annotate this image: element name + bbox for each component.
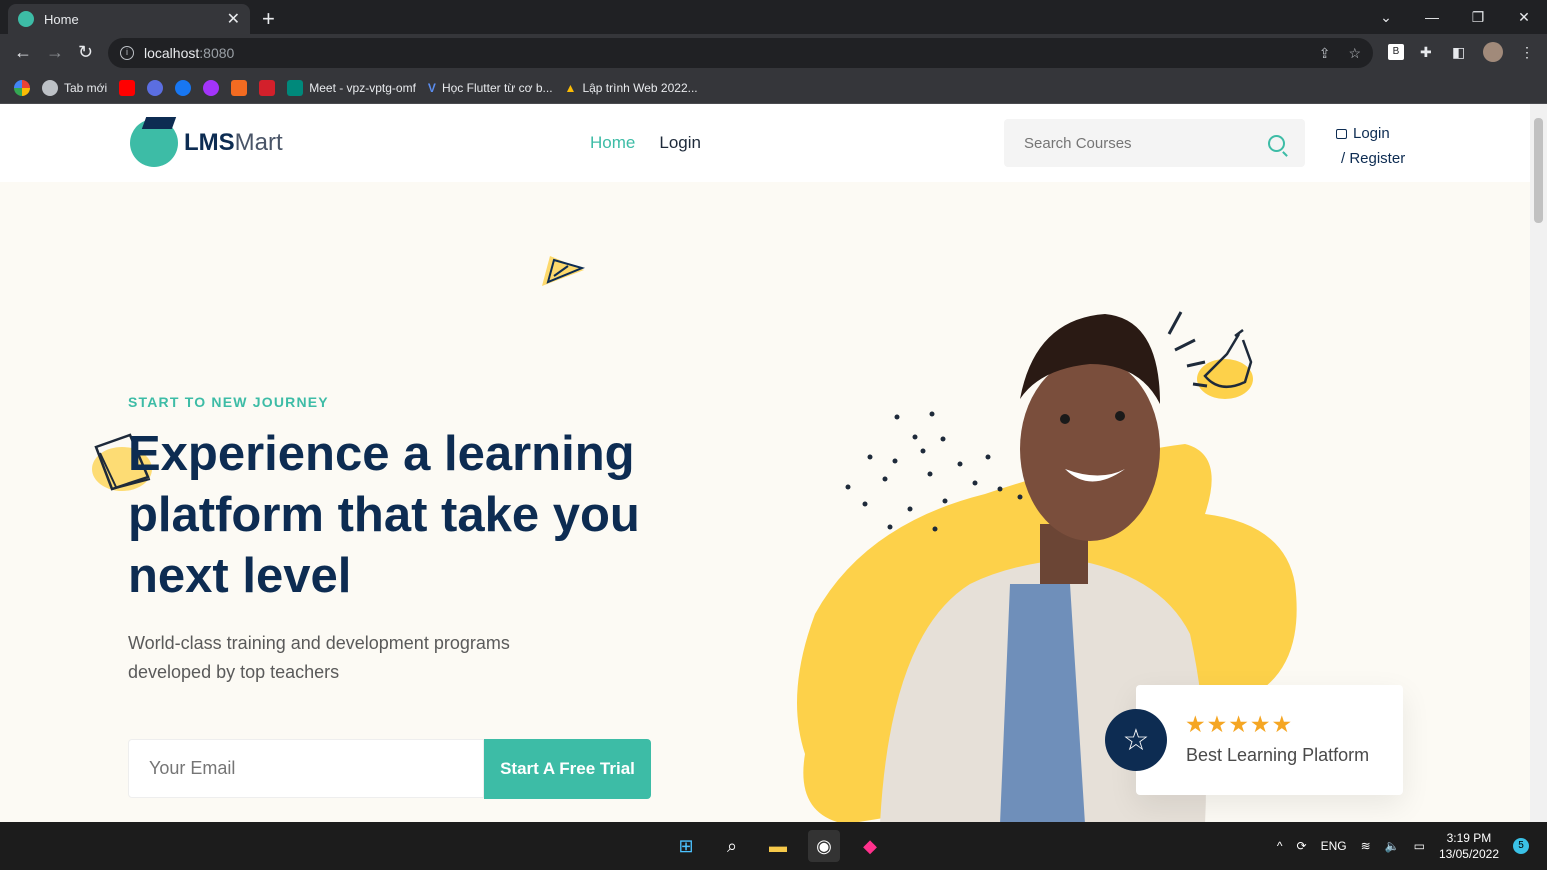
- close-window-icon[interactable]: ✕: [1501, 9, 1547, 26]
- rating-label: Best Learning Platform: [1186, 745, 1370, 765]
- wifi-icon[interactable]: ≋: [1361, 839, 1371, 853]
- bookmark-flutter[interactable]: V Học Flutter từ cơ b...: [428, 81, 553, 95]
- browser-menu-icon[interactable]: ⋮: [1520, 44, 1534, 61]
- search-input[interactable]: [1024, 134, 1268, 152]
- profile-avatar[interactable]: [1483, 42, 1503, 62]
- bookmarks-bar: Tab mới Meet - vpz-vptg-omf V Học Flutter…: [0, 72, 1547, 104]
- app-icon: [147, 79, 164, 96]
- nav-login-link[interactable]: Login: [659, 133, 701, 153]
- bookmark-messenger[interactable]: [203, 79, 220, 96]
- nav-home-link[interactable]: Home: [590, 133, 635, 153]
- meet-icon: [287, 79, 304, 96]
- hero-subtitle: START TO NEW JOURNEY: [128, 394, 329, 410]
- bookmark-new-tab[interactable]: Tab mới: [42, 79, 107, 96]
- url-host: localhost: [144, 45, 200, 61]
- f8-icon: [231, 79, 248, 96]
- search-icon[interactable]: [1268, 134, 1285, 152]
- bookmark-drive[interactable]: ▲ Lập trình Web 2022...: [565, 81, 698, 95]
- address-bar[interactable]: i localhost:8080 ⇪ ☆: [108, 38, 1373, 68]
- clock-date: 13/05/2022: [1438, 847, 1499, 861]
- new-tab-icon[interactable]: +: [262, 6, 275, 32]
- browser-tab[interactable]: Home ✕: [8, 4, 250, 34]
- browser-toolbar: ← → ↻ i localhost:8080 ⇪ ☆ B ✚ ◧ ⋮: [0, 34, 1547, 72]
- windows-taskbar: ⊞ ⌕ ▬ ◉ ◆ ^ ⟳ ENG ≋ 🔈 ▭ 3:19 PM 13/05/20…: [0, 822, 1547, 870]
- browser-tab-strip: Home ✕ + ⌄ — ❐ ✕: [0, 0, 1547, 34]
- extensions-puzzle-icon[interactable]: ✚: [1420, 44, 1432, 61]
- star-badge-icon: ☆: [1105, 709, 1167, 771]
- email-field[interactable]: [149, 758, 463, 779]
- bookmark-google[interactable]: [14, 79, 30, 96]
- bookmark-star-icon[interactable]: ☆: [1348, 45, 1361, 62]
- share-icon[interactable]: ⇪: [1319, 45, 1331, 62]
- start-free-trial-button[interactable]: Start A Free Trial: [484, 739, 651, 799]
- extension-b-icon[interactable]: B: [1388, 44, 1404, 60]
- flask-doodle-icon: [1167, 311, 1253, 399]
- tab-search-icon[interactable]: ⌄: [1363, 9, 1409, 26]
- lock-icon: [1336, 129, 1347, 139]
- battery-icon[interactable]: ▭: [1414, 839, 1425, 853]
- v-icon: V: [427, 80, 436, 95]
- site-header: LMSMart Home Login Login / Register: [0, 104, 1530, 182]
- bookmark-meet[interactable]: Meet - vpz-vptg-omf: [287, 79, 416, 96]
- site-logo[interactable]: LMSMart: [130, 117, 283, 167]
- reload-icon[interactable]: ↻: [78, 42, 93, 63]
- page-scrollbar[interactable]: [1530, 104, 1547, 822]
- youtube-icon: [119, 79, 136, 96]
- facebook-icon: [175, 79, 192, 96]
- login-link[interactable]: Login: [1353, 125, 1390, 142]
- pencil-doodle-icon: [542, 256, 586, 286]
- back-icon[interactable]: ←: [14, 42, 32, 63]
- clock-time: 3:19 PM: [1446, 831, 1492, 845]
- clock[interactable]: 3:19 PM 13/05/2022: [1439, 830, 1499, 862]
- bookmark-xp[interactable]: [259, 79, 276, 96]
- forward-icon[interactable]: →: [46, 42, 64, 63]
- minimize-icon[interactable]: —: [1409, 9, 1455, 25]
- drive-icon: ▲: [564, 80, 577, 95]
- window-controls: ⌄ — ❐ ✕: [1363, 0, 1547, 34]
- sync-icon[interactable]: ⟳: [1297, 839, 1307, 853]
- bookmark-facebook[interactable]: [175, 79, 192, 96]
- chrome-icon[interactable]: ◉: [808, 830, 840, 862]
- windows-start-icon[interactable]: ⊞: [670, 830, 702, 862]
- logo-text-bold: LMS: [184, 129, 235, 156]
- notification-badge[interactable]: 5: [1513, 838, 1529, 854]
- web-page: LMSMart Home Login Login / Register STAR…: [0, 104, 1530, 822]
- show-hidden-icons-icon[interactable]: ^: [1277, 839, 1283, 853]
- auth-links: Login / Register: [1336, 121, 1405, 171]
- language-indicator[interactable]: ENG: [1321, 839, 1347, 853]
- intellij-icon[interactable]: ◆: [854, 830, 886, 862]
- five-star-rating: ★★★★★: [1185, 711, 1294, 737]
- volume-icon[interactable]: 🔈: [1385, 839, 1400, 853]
- bookmark-circle[interactable]: [147, 79, 164, 96]
- close-tab-icon[interactable]: ✕: [227, 9, 240, 29]
- site-favicon-icon: [18, 11, 34, 27]
- side-panel-icon[interactable]: ◧: [1452, 44, 1465, 61]
- file-explorer-icon[interactable]: ▬: [762, 830, 794, 862]
- course-search: [1004, 119, 1305, 167]
- google-icon: [14, 79, 30, 96]
- search-taskbar-icon[interactable]: ⌕: [716, 830, 748, 862]
- globe-icon: [42, 79, 58, 96]
- messenger-icon: [203, 79, 220, 96]
- xp-icon: [259, 79, 276, 96]
- tab-title: Home: [44, 11, 79, 27]
- url-port: :8080: [199, 45, 235, 61]
- bookmark-youtube[interactable]: [119, 79, 136, 96]
- register-link[interactable]: / Register: [1341, 150, 1405, 167]
- main-nav: Home Login: [590, 133, 701, 153]
- rating-card: ☆ ★★★★★ Best Learning Platform: [1105, 685, 1403, 795]
- bookmark-f8[interactable]: [231, 79, 248, 96]
- site-info-icon[interactable]: i: [120, 46, 134, 60]
- restore-icon[interactable]: ❐: [1455, 9, 1501, 26]
- graduation-cap-logo-icon: [130, 117, 178, 167]
- email-field-wrapper: [128, 739, 484, 798]
- hero-description: World-class training and development pro…: [128, 633, 510, 682]
- hero-title: Experience a learning platform that take…: [128, 427, 640, 603]
- scrollbar-thumb[interactable]: [1534, 118, 1543, 223]
- logo-text-light: Mart: [234, 129, 283, 156]
